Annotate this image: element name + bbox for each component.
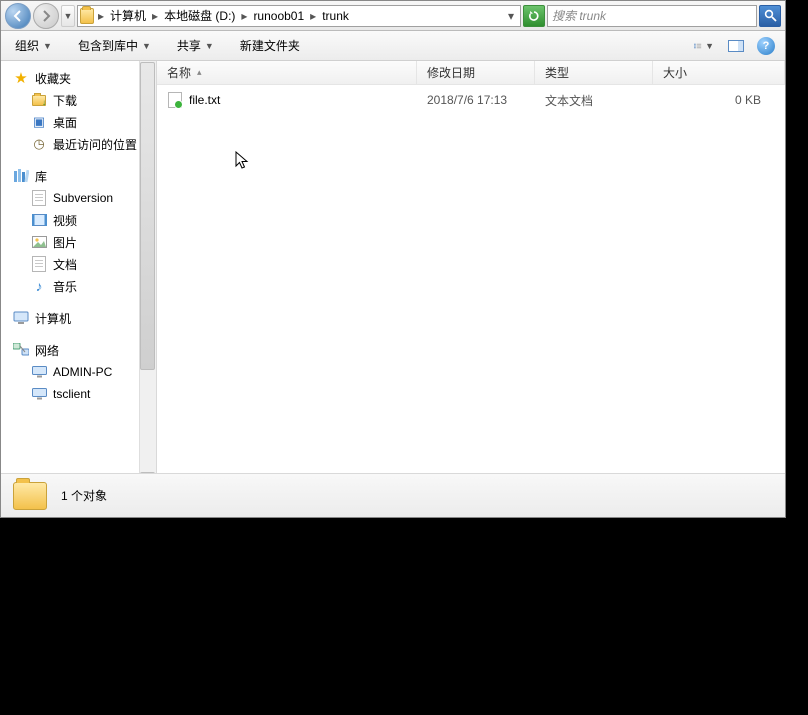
document-icon — [31, 190, 47, 206]
address-dropdown-icon[interactable]: ▾ — [504, 9, 518, 23]
breadcrumb-sep-icon[interactable]: ▸ — [96, 9, 106, 23]
nav-music[interactable]: ♪音乐 — [7, 275, 152, 297]
nav-tsclient[interactable]: tsclient — [7, 383, 152, 405]
document-icon — [31, 256, 47, 272]
desktop-icon: ▣ — [31, 114, 47, 130]
picture-icon — [31, 234, 47, 250]
nav-desktop[interactable]: ▣桌面 — [7, 111, 152, 133]
recent-places-icon: ◷ — [31, 136, 47, 152]
video-icon — [31, 212, 47, 228]
file-list-pane: 名称▴ 修改日期 类型 大小 file.txt 2018/7/6 17:13 文… — [157, 61, 785, 489]
library-icon — [13, 168, 29, 184]
breadcrumb-computer[interactable]: 计算机 — [106, 6, 150, 26]
navigation-pane: ★收藏夹 下载 ▣桌面 ◷最近访问的位置 库 Subversion 视频 图片 … — [1, 61, 157, 489]
file-size: 0 KB — [735, 93, 761, 107]
nav-subversion[interactable]: Subversion — [7, 187, 152, 209]
text-file-icon — [167, 92, 183, 108]
file-type: 文本文档 — [545, 92, 593, 109]
organize-button[interactable]: 组织▼ — [11, 35, 56, 57]
search-button[interactable] — [759, 5, 781, 27]
breadcrumb-sep-icon[interactable]: ▸ — [239, 9, 249, 23]
file-rows: file.txt 2018/7/6 17:13 文本文档 0 KB — [157, 85, 785, 489]
folder-icon — [80, 8, 96, 24]
column-type[interactable]: 类型 — [535, 61, 653, 84]
file-modified: 2018/7/6 17:13 — [427, 93, 507, 107]
nav-downloads[interactable]: 下载 — [7, 89, 152, 111]
nav-videos[interactable]: 视频 — [7, 209, 152, 231]
downloads-icon — [31, 92, 47, 108]
computer-icon — [31, 386, 47, 402]
breadcrumb-sep-icon[interactable]: ▸ — [150, 9, 160, 23]
include-in-library-button[interactable]: 包含到库中▼ — [74, 35, 155, 57]
folder-icon — [13, 482, 47, 510]
file-name: file.txt — [189, 93, 220, 107]
view-options-button[interactable]: ▼ — [693, 36, 715, 56]
nav-pictures[interactable]: 图片 — [7, 231, 152, 253]
chevron-down-icon: ▼ — [705, 41, 714, 51]
breadcrumb-runoob01[interactable]: runoob01 — [249, 6, 308, 26]
explorer-window: ▼ ▸ 计算机 ▸ 本地磁盘 (D:) ▸ runoob01 ▸ trunk ▾… — [0, 0, 786, 518]
computer-icon — [31, 364, 47, 380]
chevron-down-icon: ▼ — [142, 41, 151, 51]
help-button[interactable]: ? — [757, 37, 775, 55]
search-placeholder: 搜索 trunk — [552, 7, 606, 24]
breadcrumb-drive[interactable]: 本地磁盘 (D:) — [160, 6, 239, 26]
network-icon — [13, 342, 29, 358]
nav-computer[interactable]: 计算机 — [7, 307, 152, 329]
nav-libraries[interactable]: 库 — [7, 165, 152, 187]
refresh-button[interactable] — [523, 5, 545, 27]
nav-favorites[interactable]: ★收藏夹 — [7, 67, 152, 89]
computer-icon — [13, 310, 29, 326]
command-bar: 组织▼ 包含到库中▼ 共享▼ 新建文件夹 ▼ ? — [1, 31, 785, 61]
share-button[interactable]: 共享▼ — [173, 35, 218, 57]
nav-recent[interactable]: ◷最近访问的位置 — [7, 133, 152, 155]
back-button[interactable] — [5, 3, 31, 29]
table-row[interactable]: file.txt 2018/7/6 17:13 文本文档 0 KB — [157, 89, 785, 111]
preview-pane-button[interactable] — [725, 36, 747, 56]
chevron-down-icon: ▼ — [205, 41, 214, 51]
address-bar[interactable]: ▸ 计算机 ▸ 本地磁盘 (D:) ▸ runoob01 ▸ trunk ▾ — [77, 5, 521, 27]
column-name[interactable]: 名称▴ — [157, 61, 417, 84]
search-input[interactable]: 搜索 trunk — [547, 5, 757, 27]
chevron-down-icon: ▼ — [43, 41, 52, 51]
recent-locations-button[interactable]: ▼ — [61, 5, 75, 27]
new-folder-button[interactable]: 新建文件夹 — [236, 35, 304, 57]
status-object-count: 1 个对象 — [61, 487, 107, 504]
nav-documents[interactable]: 文档 — [7, 253, 152, 275]
breadcrumb-sep-icon[interactable]: ▸ — [308, 9, 318, 23]
nav-network[interactable]: 网络 — [7, 339, 152, 361]
navigation-bar: ▼ ▸ 计算机 ▸ 本地磁盘 (D:) ▸ runoob01 ▸ trunk ▾… — [1, 1, 785, 31]
music-icon: ♪ — [31, 278, 47, 294]
forward-button[interactable] — [33, 3, 59, 29]
star-icon: ★ — [13, 70, 29, 86]
scroll-thumb[interactable] — [140, 62, 155, 370]
nav-scrollbar[interactable]: ▾ — [139, 61, 156, 489]
status-bar: 1 个对象 — [1, 473, 785, 517]
sort-asc-icon: ▴ — [197, 67, 202, 78]
column-modified[interactable]: 修改日期 — [417, 61, 535, 84]
breadcrumb-trunk[interactable]: trunk — [318, 6, 353, 26]
nav-admin-pc[interactable]: ADMIN-PC — [7, 361, 152, 383]
column-headers: 名称▴ 修改日期 类型 大小 — [157, 61, 785, 85]
column-size[interactable]: 大小 — [653, 61, 785, 84]
